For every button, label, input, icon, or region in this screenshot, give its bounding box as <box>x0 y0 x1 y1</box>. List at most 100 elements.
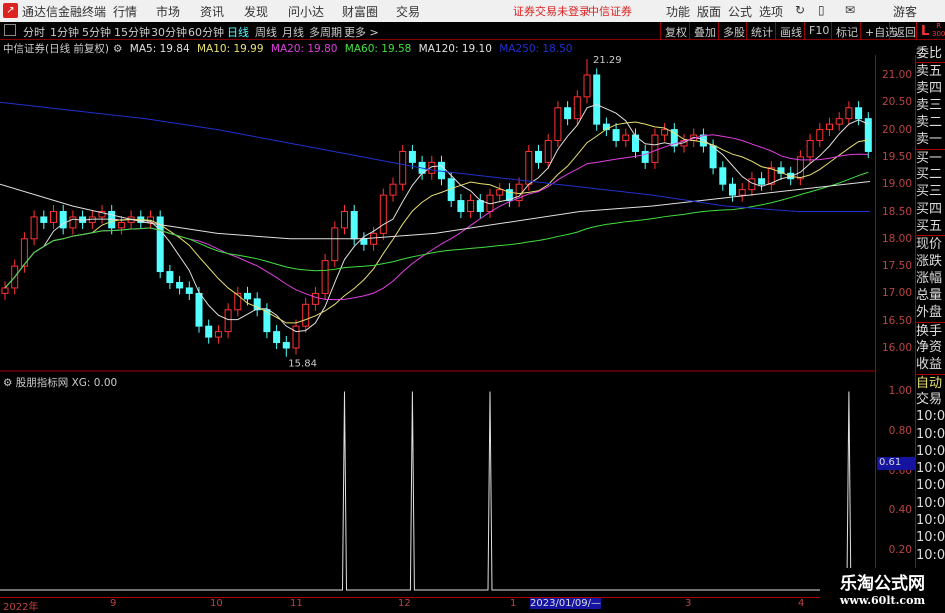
date-label: 12 <box>398 598 411 609</box>
candle <box>69 216 77 229</box>
candle <box>729 183 736 196</box>
kline-chart[interactable]: 21.29 15.84 <box>0 0 875 597</box>
price-tick: 21.00 <box>881 69 912 81</box>
watermark: 乐淘公式网 www.60lt.com <box>820 568 945 609</box>
indicator-tick: 1.00 <box>888 385 912 397</box>
candle <box>564 107 572 120</box>
candle <box>302 303 310 327</box>
watermark-url: www.60lt.com <box>839 594 926 607</box>
candle <box>408 150 416 163</box>
indicator-tick: 0.40 <box>888 504 912 517</box>
candle <box>826 123 833 131</box>
quote-label: 买四 <box>916 201 943 217</box>
candle <box>496 189 504 196</box>
cursor-value-badge: 0.61 <box>877 457 916 470</box>
candle <box>331 227 339 262</box>
quote-label: 10:05 <box>916 530 945 546</box>
candle <box>467 200 475 213</box>
quote-label: 自动 <box>916 373 945 391</box>
quote-label: 总量 <box>916 288 943 304</box>
low-price-label: 15.84 <box>288 359 317 370</box>
watermark-name: 乐淘公式网 <box>840 574 925 594</box>
quote-label: 10:05 <box>916 443 945 459</box>
price-axis: 21.00 20.50 20.00 19.50 19.00 18.50 18.00 17.50… <box>875 55 916 597</box>
candle <box>321 260 329 294</box>
price-tick: 20.50 <box>881 96 912 109</box>
candle <box>379 194 387 234</box>
date-label: 9 <box>110 598 117 609</box>
candle <box>835 118 843 125</box>
candle <box>816 129 824 142</box>
settings-icon[interactable]: ⚙ <box>3 377 16 389</box>
user-name[interactable]: 游客 <box>893 3 917 20</box>
date-label: 4 <box>798 598 805 609</box>
quote-label: 卖四 <box>916 80 943 96</box>
price-tick: 18.50 <box>881 205 912 218</box>
indicator-name: 股朋指标网 XG: 0.00 <box>15 377 118 389</box>
indicator-title: ⚙ 股朋指标网 XG: 0.00 <box>3 375 117 390</box>
price-tick: 19.00 <box>881 178 912 191</box>
quote-label: 外盘 <box>916 305 943 321</box>
cursor-date: 2023/01/09/— <box>530 598 602 609</box>
candle <box>476 200 484 213</box>
date-label: 2022年 <box>3 602 39 613</box>
candle <box>399 150 407 185</box>
quote-label: 涨幅 <box>916 270 943 286</box>
r300-badge: R 300 <box>932 22 945 38</box>
candle <box>622 134 630 142</box>
r-label: R <box>936 22 942 30</box>
quote-label: 现价 <box>916 235 945 252</box>
candle <box>195 292 203 327</box>
candle <box>292 325 300 349</box>
price-tick: 16.50 <box>881 314 912 327</box>
candle <box>176 281 184 289</box>
candle <box>40 216 48 223</box>
date-label: 10 <box>210 598 223 609</box>
candle <box>457 200 465 213</box>
quote-label: 涨跌 <box>916 253 943 269</box>
candle <box>661 129 669 136</box>
quote-label: 10:05 <box>916 409 945 425</box>
price-tick: 20.00 <box>881 123 912 136</box>
date-label: 11 <box>290 598 303 609</box>
candle <box>282 342 290 349</box>
indicator-tick: 0.20 <box>888 544 912 557</box>
price-tick: 17.00 <box>881 287 912 300</box>
candle <box>30 216 38 240</box>
quote-label: 卖五 <box>916 62 945 79</box>
candle <box>651 134 659 163</box>
candle <box>185 287 193 294</box>
candle <box>166 271 174 283</box>
level-indicator[interactable]: L <box>916 22 933 40</box>
quote-label: 买五 <box>916 218 943 234</box>
quote-label: 换手 <box>916 321 945 339</box>
candle <box>738 189 746 196</box>
quote-label: 交易 <box>916 391 943 407</box>
price-tick: 18.00 <box>881 232 912 245</box>
candle <box>50 211 57 223</box>
candle <box>370 232 378 245</box>
price-tick: 19.50 <box>881 150 912 163</box>
candle <box>525 150 533 185</box>
candle <box>214 331 222 338</box>
candle <box>234 292 242 311</box>
candle <box>1 287 9 294</box>
indicator-tick: 0.80 <box>888 424 912 437</box>
quote-panel: 委比 卖五 卖四 卖三 卖二 卖一 买一 买二 买三 买四 买五 现价 涨跌 涨幅 总量 外盘 换手 净资 收益 自动… <box>916 41 945 609</box>
quote-label: 收益 <box>916 357 943 373</box>
xg-signal-line <box>0 391 875 591</box>
quote-label: 卖一 <box>916 132 943 148</box>
price-tick: 17.50 <box>881 260 912 273</box>
candle <box>273 331 281 344</box>
candle <box>244 292 251 300</box>
date-axis: 2022年 9 10 11 12 1 2023/01/09/— 3 4 <box>0 597 875 613</box>
candle <box>389 183 397 196</box>
candle <box>350 211 358 240</box>
date-label: 1 <box>510 598 517 609</box>
quote-label: 买三 <box>916 184 943 200</box>
quote-label: 10:05 <box>916 513 945 529</box>
candle <box>612 129 620 142</box>
quote-label: 卖二 <box>916 115 943 131</box>
quote-label: 买一 <box>916 148 945 166</box>
candle <box>360 238 368 245</box>
